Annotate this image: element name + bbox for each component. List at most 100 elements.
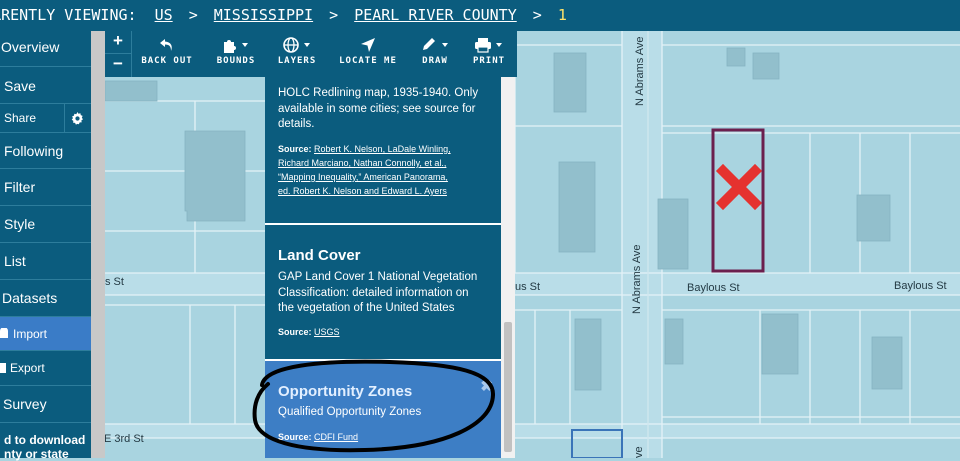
layer-description-line: available in some cities; see source for: [278, 102, 476, 115]
layer-description-line: HOLC Redlining map, 1935-1940. Only: [278, 87, 479, 99]
bounds-button[interactable]: BOUNDS: [215, 37, 257, 66]
layer-card-redlining[interactable]: HOLC Redlining map, 1935-1940. Only avai…: [265, 77, 501, 225]
location-arrow-icon: [361, 38, 375, 52]
sidebar-item-label: Import: [13, 327, 48, 341]
layer-description-line: GAP Land Cover 1 National Vegetation: [278, 271, 478, 283]
source-label: Source:: [278, 327, 312, 337]
draw-button[interactable]: DRAW: [417, 37, 453, 66]
download-hint-line2: nty or state: [4, 447, 69, 461]
breadcrumb-separator: >: [329, 6, 339, 24]
source-link[interactable]: CDFI Fund: [314, 432, 358, 442]
locate-me-button[interactable]: LOCATE ME: [337, 37, 399, 66]
sidebar-item-style[interactable]: Style: [0, 206, 91, 243]
street-label-abrams-top: N Abrams Ave: [634, 37, 646, 107]
source-link[interactable]: Richard Marciano, Nathan Connolly, et al…: [278, 158, 446, 168]
breadcrumb-prefix: CURRENTLY VIEWING:: [0, 6, 137, 24]
layer-description: HOLC Redlining map, 1935-1940. Only avai…: [278, 86, 493, 133]
back-out-button[interactable]: BACK OUT: [141, 37, 193, 66]
breadcrumb-page: 1: [557, 6, 567, 24]
bounds-label: BOUNDS: [216, 56, 256, 66]
layer-description: Qualified Opportunity Zones: [278, 406, 422, 418]
panel-scrollbar-thumb[interactable]: [504, 322, 512, 452]
breadcrumb-county[interactable]: PEARL RIVER COUNTY: [354, 6, 517, 24]
map-canvas[interactable]: N Abrams Ave N Abrams Ave ve s St us St …: [105, 31, 960, 458]
source-link[interactable]: Robert K. Nelson, LaDale Winling,: [314, 144, 451, 154]
upload-cloud-icon: [0, 328, 8, 338]
breadcrumb-bar: CURRENTLY VIEWING: US > MISSISSIPPI > PE…: [0, 0, 960, 31]
street-label-abrams-bottom: N Abrams Ave: [631, 245, 643, 315]
remove-layer-icon[interactable]: ✖: [480, 377, 493, 395]
sidebar: Overview Save Share Following Filter Sty…: [0, 31, 91, 461]
source-link[interactable]: “Mapping Inequality,” American Panorama,: [278, 172, 448, 182]
sidebar-item-label: Following: [4, 143, 64, 159]
breadcrumb: CURRENTLY VIEWING: US > MISSISSIPPI > PE…: [0, 0, 567, 31]
source-link[interactable]: ed. Robert K. Nelson and Edward L. Ayers: [278, 186, 447, 196]
sidebar-item-label: Save: [4, 78, 36, 94]
source-link[interactable]: USGS: [314, 327, 340, 337]
source-label: Source:: [278, 432, 312, 442]
panel-scrollbar[interactable]: [501, 77, 515, 458]
layer-card-opportunity-zones[interactable]: ✖ Opportunity Zones Qualified Opportunit…: [265, 361, 501, 458]
undo-arrow-icon: [160, 39, 172, 51]
breadcrumb-state[interactable]: MISSISSIPPI: [214, 6, 313, 24]
layer-description-line: the vegetation of the United States: [278, 302, 455, 314]
breadcrumb-us[interactable]: US: [155, 6, 173, 24]
sidebar-item-label: Style: [4, 216, 36, 232]
zoom-control: + −: [105, 31, 132, 77]
sidebar-item-share[interactable]: Share: [0, 104, 65, 133]
layer-source: Source: USGS: [278, 325, 493, 339]
source-label: Source:: [278, 144, 312, 154]
back-out-label: BACK OUT: [141, 56, 193, 66]
globe-icon: [283, 37, 310, 53]
layer-description-line: Classification: detailed information on: [278, 286, 469, 299]
share-settings-button[interactable]: [64, 104, 91, 133]
download-icon: [0, 363, 6, 373]
sidebar-item-import[interactable]: Import: [0, 317, 91, 351]
draw-label: DRAW: [422, 56, 448, 66]
sidebar-scroll-gutter[interactable]: [91, 31, 105, 458]
sidebar-item-list[interactable]: List: [0, 243, 91, 280]
street-label-baylous-right: Baylous St: [894, 280, 947, 292]
puzzle-icon: [224, 40, 248, 53]
sidebar-item-label: Overview: [1, 39, 60, 55]
print-button[interactable]: PRINT: [469, 37, 509, 66]
zoom-out-button[interactable]: −: [105, 54, 131, 76]
street-label-baylous-mid-left: us St: [515, 281, 540, 293]
layer-source: Source: Robert K. Nelson, LaDale Winling…: [278, 142, 493, 198]
layer-title: Land Cover: [278, 247, 361, 264]
sidebar-item-survey[interactable]: Survey: [0, 386, 91, 423]
sidebar-item-label: Export: [10, 361, 45, 375]
parcel-map: N Abrams Ave N Abrams Ave ve s St us St …: [105, 31, 960, 458]
sidebar-item-filter[interactable]: Filter: [0, 169, 91, 206]
zoom-in-button[interactable]: +: [105, 31, 131, 54]
layer-card-land-cover[interactable]: Land Cover GAP Land Cover 1 National Veg…: [265, 225, 501, 361]
gear-icon: [71, 111, 84, 125]
locate-me-label: LOCATE ME: [339, 56, 397, 66]
sidebar-item-following[interactable]: Following: [0, 133, 91, 169]
layer-source: Source: CDFI Fund: [278, 430, 493, 444]
layer-description: GAP Land Cover 1 National Vegetation Cla…: [278, 270, 493, 317]
pencil-icon: [423, 38, 448, 50]
sidebar-item-label: Filter: [4, 179, 36, 195]
sidebar-item-overview[interactable]: Overview: [0, 31, 91, 67]
layers-panel: HOLC Redlining map, 1935-1940. Only avai…: [265, 77, 501, 458]
download-hint: d to download nty or state: [4, 433, 85, 461]
breadcrumb-separator: >: [188, 6, 198, 24]
layers-button[interactable]: LAYERS: [275, 37, 319, 66]
sidebar-item-label: List: [4, 253, 26, 269]
breadcrumb-separator: >: [532, 6, 542, 24]
street-label-baylous-left: s St: [105, 276, 124, 288]
layers-label: LAYERS: [277, 56, 317, 66]
map-toolbar: + − BACK OUT BOUNDS LAYERS LOCATE ME DRA…: [105, 31, 517, 77]
street-label-third: E 3rd St: [105, 433, 144, 445]
sidebar-item-label: Share: [4, 111, 37, 125]
sidebar-item-save[interactable]: Save: [0, 67, 91, 104]
layer-title: Opportunity Zones: [278, 383, 413, 400]
sidebar-item-label: Survey: [3, 396, 47, 412]
road-third: [105, 424, 960, 438]
sidebar-item-datasets[interactable]: Datasets: [0, 280, 91, 317]
printer-icon: [475, 38, 502, 53]
layer-description-line: details.: [278, 118, 315, 130]
sidebar-item-label: Datasets: [2, 290, 58, 306]
sidebar-item-export[interactable]: Export: [0, 351, 91, 386]
